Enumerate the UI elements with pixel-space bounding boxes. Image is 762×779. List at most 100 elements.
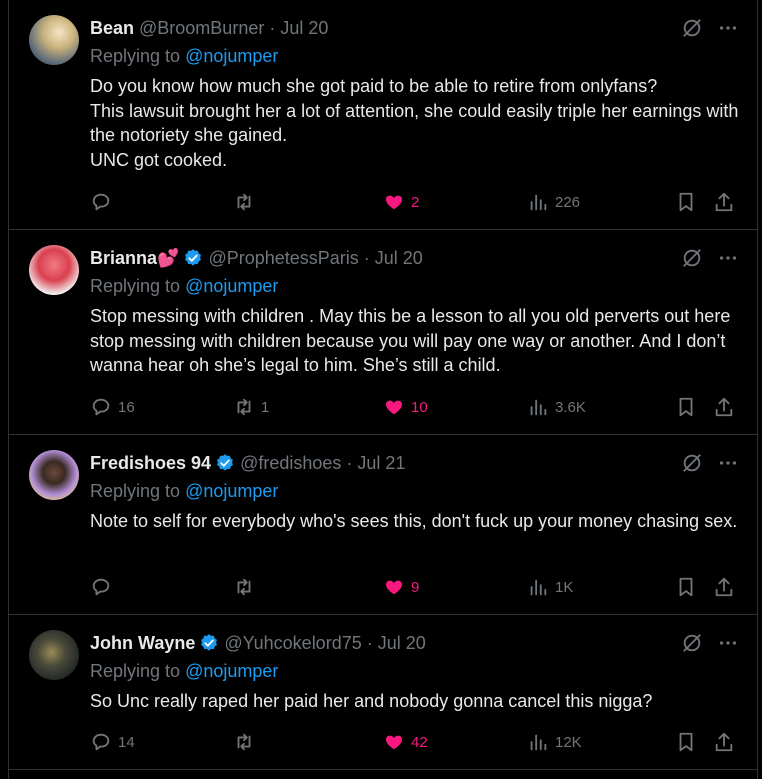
bookmark-button[interactable] [675,190,697,214]
avatar[interactable] [29,245,79,295]
replying-to: Replying to @nojumper [90,661,279,681]
bookmark-icon [679,192,693,212]
grok-icon[interactable] [681,632,703,654]
like-button[interactable]: 2 [383,190,419,214]
retweet-button[interactable]: 1 [233,395,269,419]
more-icon[interactable] [717,17,739,39]
reply-button[interactable]: 16 [90,395,135,419]
replying-to: Replying to @nojumper [90,46,279,66]
more-icon[interactable] [717,632,739,654]
replying-handle-link[interactable]: @nojumper [185,46,278,66]
bookmark-icon [679,577,693,597]
tweet-date[interactable]: Jul 20 [375,247,423,269]
share-button[interactable] [713,190,735,214]
author-handle[interactable]: @ProphetessParis [208,247,358,269]
replying-to: Replying to @nojumper [90,276,279,296]
view-count: 1K [555,578,574,596]
like-button[interactable]: 42 [383,730,428,754]
share-icon [715,397,733,417]
action-bar: 2 226 [90,190,750,214]
grok-icon[interactable] [681,452,703,474]
views-icon [530,399,547,416]
author-handle[interactable]: @fredishoes [240,452,341,474]
more-icon[interactable] [717,247,739,269]
retweet-icon [237,398,251,416]
author-name[interactable]: Bean [90,17,134,39]
replying-handle-link[interactable]: @nojumper [185,276,278,296]
author-handle[interactable]: @BroomBurner [139,17,264,39]
view-count: 12K [555,733,582,751]
reply-count: 16 [118,398,135,416]
tweet-text: So Unc really raped her paid her and nob… [90,691,653,711]
tweet-text: Do you know how much she got paid to be … [90,76,739,170]
reply-icon [92,398,110,416]
action-bar: 14 42 12K [90,730,750,754]
author-name[interactable]: Fredishoes 94 [90,452,211,474]
author-name[interactable]: Brianna💕 [90,247,179,269]
bookmark-icon [679,397,693,417]
replying-handle-link[interactable]: @nojumper [185,481,278,501]
replying-to: Replying to @nojumper [90,481,279,501]
replying-handle-link[interactable]: @nojumper [185,661,278,681]
like-count: 10 [411,398,428,416]
grok-icon[interactable] [681,17,703,39]
retweet-button[interactable] [233,190,261,214]
verified-icon [201,634,218,651]
like-button[interactable]: 10 [383,395,428,419]
reply-icon [92,193,110,211]
views-icon [530,194,547,211]
bookmark-button[interactable] [675,730,697,754]
like-count: 9 [411,578,420,596]
heart-icon [385,735,403,750]
reply-button[interactable]: 14 [90,730,135,754]
views-icon [530,734,547,751]
tweet-date[interactable]: Jul 20 [378,632,426,654]
like-count: 42 [411,733,428,751]
retweet-button[interactable] [233,575,261,599]
views-button[interactable]: 1K [527,575,573,599]
share-button[interactable] [713,575,735,599]
view-count: 3.6K [555,398,586,416]
views-button[interactable]: 226 [527,190,580,214]
tweet-text: Note to self for everybody who's sees th… [90,511,738,531]
retweet-count: 1 [261,398,270,416]
tweet[interactable]: Brianna💕 @ProphetessParis · Jul 20 Reply… [9,230,757,435]
views-icon [530,579,547,596]
avatar[interactable] [29,630,79,680]
reply-button[interactable] [90,190,118,214]
verified-icon [217,454,233,471]
heart-icon [385,400,403,415]
avatar[interactable] [29,450,79,500]
retweet-button[interactable] [233,730,261,754]
retweet-icon [237,193,251,211]
retweet-icon [237,578,251,596]
share-icon [715,192,733,212]
tweet-date[interactable]: Jul 20 [280,17,328,39]
like-button[interactable]: 9 [383,575,419,599]
retweet-icon [237,733,251,751]
reply-button[interactable] [90,575,118,599]
bookmark-icon [679,732,693,752]
bookmark-button[interactable] [675,395,697,419]
action-bar: 9 1K [90,575,750,599]
heart-icon [385,580,403,595]
tweet-text: Stop messing with children . May this be… [90,306,731,375]
like-count: 2 [411,193,420,211]
avatar[interactable] [29,15,79,65]
views-button[interactable]: 12K [527,730,582,754]
grok-icon[interactable] [681,247,703,269]
reply-icon [92,733,110,751]
share-button[interactable] [713,395,735,419]
views-button[interactable]: 3.6K [527,395,586,419]
action-bar: 16 1 10 3.6K [90,395,750,419]
share-button[interactable] [713,730,735,754]
tweet[interactable]: Fredishoes 94 @fredishoes · Jul 21 Reply… [9,435,757,615]
tweet-date[interactable]: Jul 21 [357,452,405,474]
tweet[interactable]: Bean @BroomBurner · Jul 20 Replying to @… [9,0,757,230]
bookmark-button[interactable] [675,575,697,599]
more-icon[interactable] [717,452,739,474]
reply-count: 14 [118,733,135,751]
tweet[interactable]: John Wayne @Yuhcokelord75 · Jul 20 Reply… [9,615,757,770]
author-name[interactable]: John Wayne [90,632,195,654]
author-handle[interactable]: @Yuhcokelord75 [224,632,361,654]
